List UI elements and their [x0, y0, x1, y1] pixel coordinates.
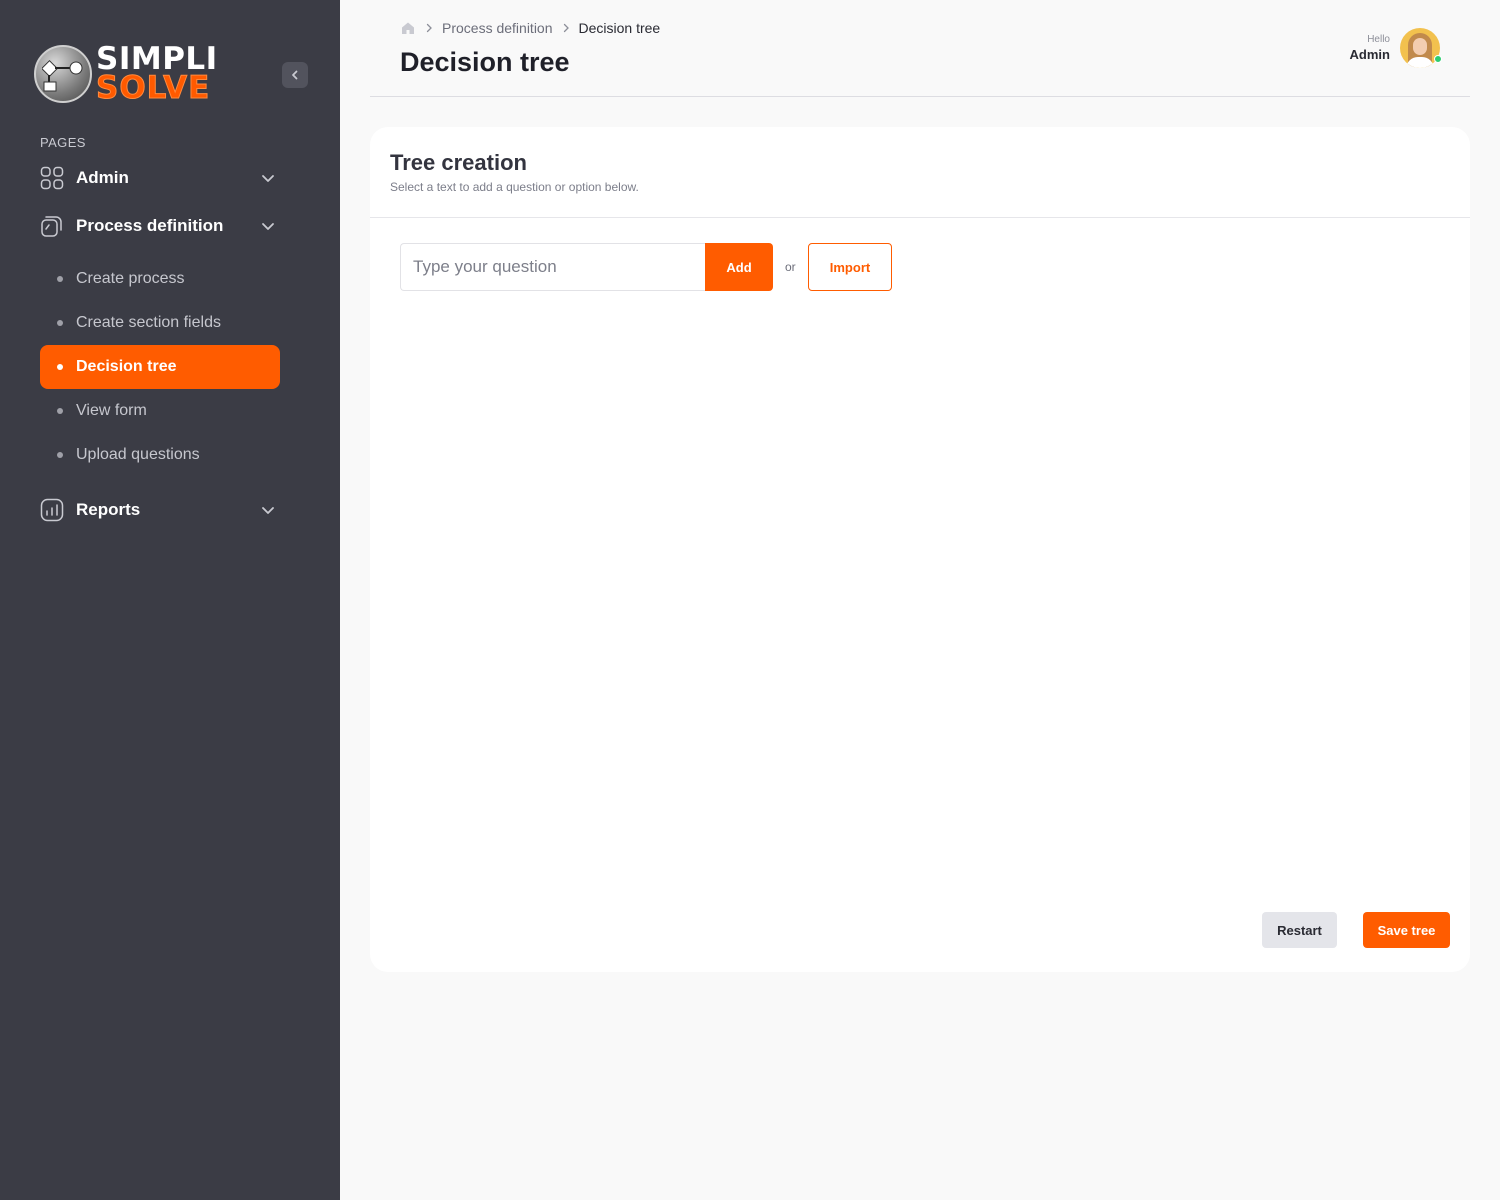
sidebar-group-admin[interactable]: Admin: [40, 164, 280, 192]
logo-mark-icon: [34, 45, 92, 103]
sidebar-item-label: Create section fields: [76, 314, 221, 331]
breadcrumb-process-definition[interactable]: Process definition: [442, 20, 553, 36]
online-status-dot: [1434, 55, 1442, 63]
logo-text-line2: SOLVE: [96, 70, 211, 106]
bullet-icon: [57, 452, 63, 458]
sidebar-item-view-form[interactable]: View form: [40, 389, 280, 433]
breadcrumb-decision-tree: Decision tree: [578, 20, 661, 36]
sidebar-item-create-section-fields[interactable]: Create section fields: [40, 301, 280, 345]
document-stack-icon: [40, 214, 64, 238]
page-title: Decision tree: [400, 47, 570, 77]
chevron-down-icon: [262, 223, 274, 230]
sidebar-item-create-process[interactable]: Create process: [40, 257, 280, 301]
sidebar-section-label: PAGES: [40, 135, 86, 150]
card-divider: [370, 217, 1470, 218]
avatar[interactable]: [1400, 28, 1440, 68]
breadcrumb: Process definition Decision tree: [400, 19, 660, 37]
chart-icon: [40, 498, 64, 522]
sidebar-item-label: View form: [76, 402, 147, 419]
user-menu[interactable]: Hello Admin: [1350, 28, 1440, 68]
chevron-down-icon: [262, 507, 274, 514]
question-input[interactable]: [400, 243, 706, 291]
bullet-icon: [57, 408, 63, 414]
user-greeting: Hello: [1367, 34, 1390, 45]
add-button[interactable]: Add: [705, 243, 773, 291]
grid-icon: [40, 166, 64, 190]
or-separator: or: [785, 260, 796, 274]
sidebar-group-process-definition[interactable]: Process definition: [40, 212, 280, 240]
chevron-right-icon: [424, 23, 434, 33]
sidebar-item-upload-questions[interactable]: Upload questions: [40, 433, 280, 477]
sidebar-item-label: Create process: [76, 270, 185, 287]
card-subtitle: Select a text to add a question or optio…: [390, 180, 639, 194]
save-tree-button[interactable]: Save tree: [1363, 912, 1450, 948]
sidebar-item-decision-tree[interactable]: Decision tree: [40, 345, 280, 389]
sidebar-group-label: Admin: [76, 168, 129, 187]
user-name: Admin: [1349, 47, 1390, 62]
chevron-down-icon: [262, 175, 274, 182]
header-divider: [370, 96, 1470, 97]
sidebar-item-label: Decision tree: [76, 358, 177, 375]
bullet-icon: [57, 364, 63, 370]
bullet-icon: [57, 320, 63, 326]
sidebar-group-label: Reports: [76, 500, 141, 519]
restart-button[interactable]: Restart: [1262, 912, 1337, 948]
chevron-right-icon: [561, 23, 571, 33]
chevron-left-icon: [292, 70, 298, 80]
tree-creation-card: Tree creation Select a text to add a que…: [370, 127, 1470, 972]
import-button[interactable]: Import: [808, 243, 892, 291]
home-icon[interactable]: [400, 20, 416, 36]
sidebar: SIMPLI SOLVE PAGES Admin Process definit…: [0, 0, 340, 1200]
simplisolve-logo[interactable]: SIMPLI SOLVE: [34, 42, 234, 106]
bullet-icon: [57, 276, 63, 282]
collapse-sidebar-button[interactable]: [282, 62, 308, 88]
sidebar-group-reports[interactable]: Reports: [40, 496, 280, 524]
card-title: Tree creation: [390, 150, 527, 175]
sidebar-group-label: Process definition: [76, 216, 224, 235]
sidebar-item-label: Upload questions: [76, 446, 200, 463]
